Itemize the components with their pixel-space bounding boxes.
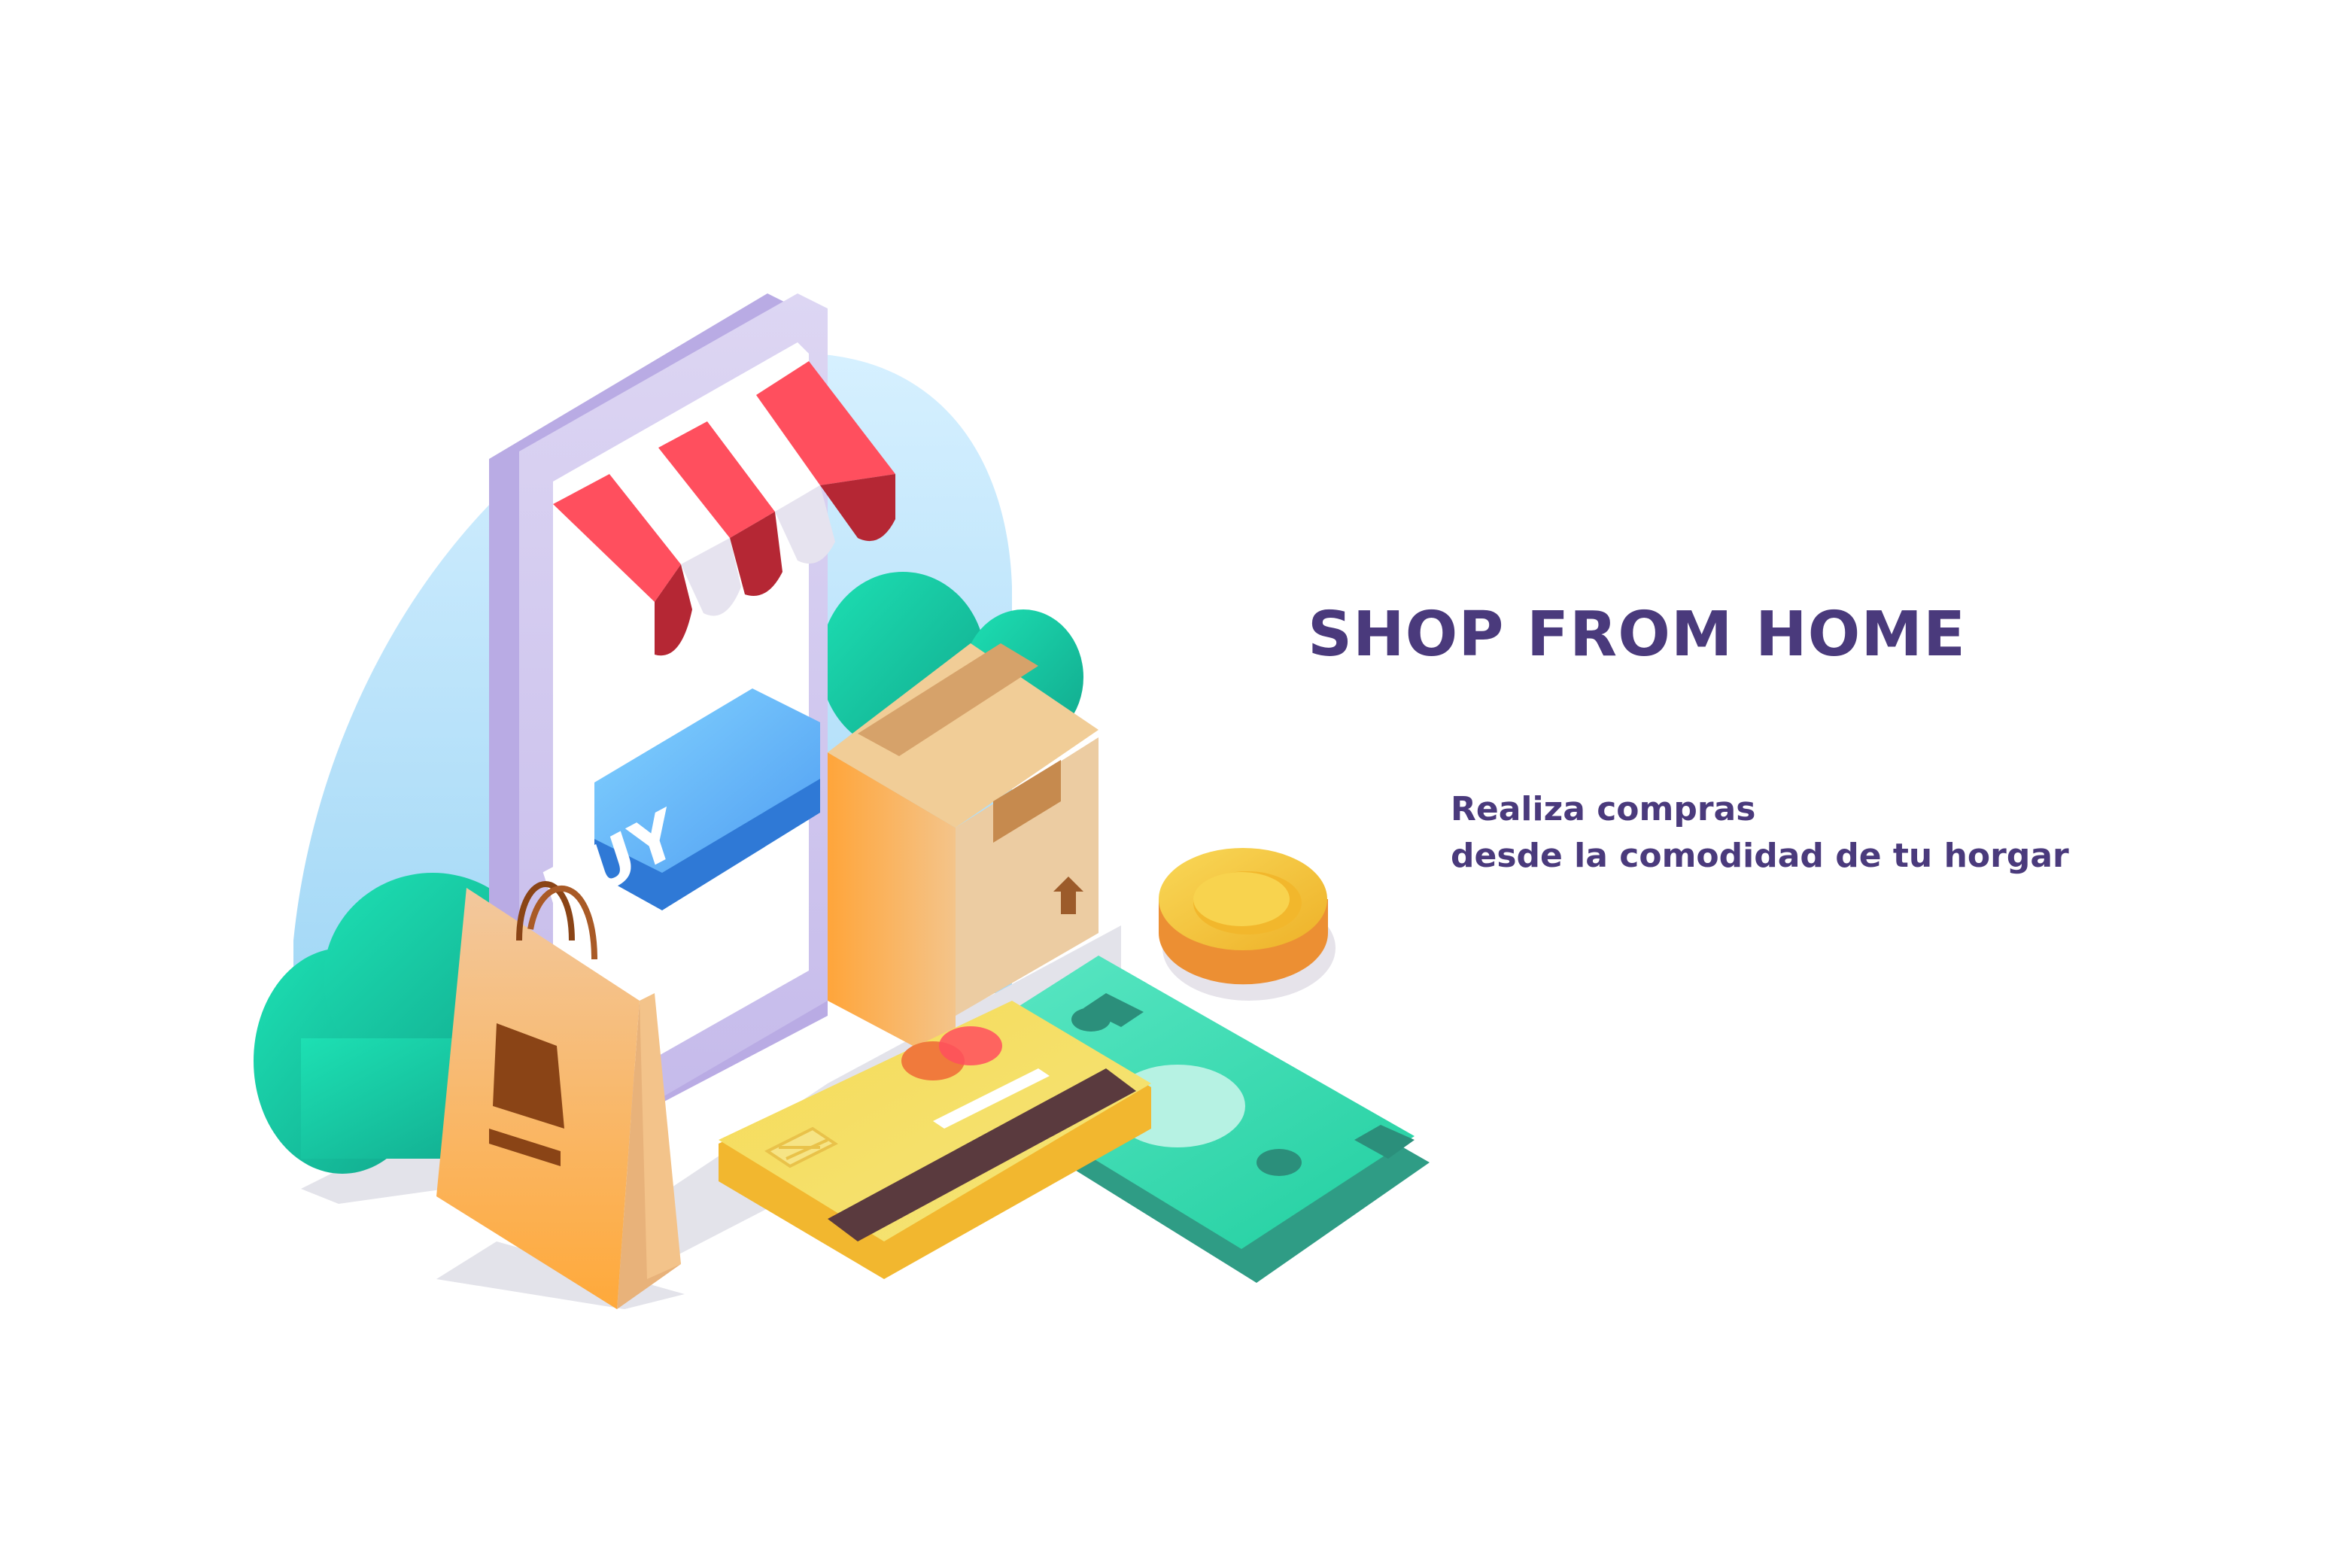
subtitle-line-1: Realiza compras [1451, 790, 1756, 828]
shop-from-home-illustration: BUY [254, 293, 1430, 1309]
coin-icon [1159, 848, 1336, 1001]
headline: SHOP FROM HOME [1308, 599, 1966, 670]
subtitle: Realiza compras desde la comodidad de tu… [1451, 786, 2069, 880]
subtitle-line-2: desde la comodidad de tu horgar [1451, 837, 2069, 875]
